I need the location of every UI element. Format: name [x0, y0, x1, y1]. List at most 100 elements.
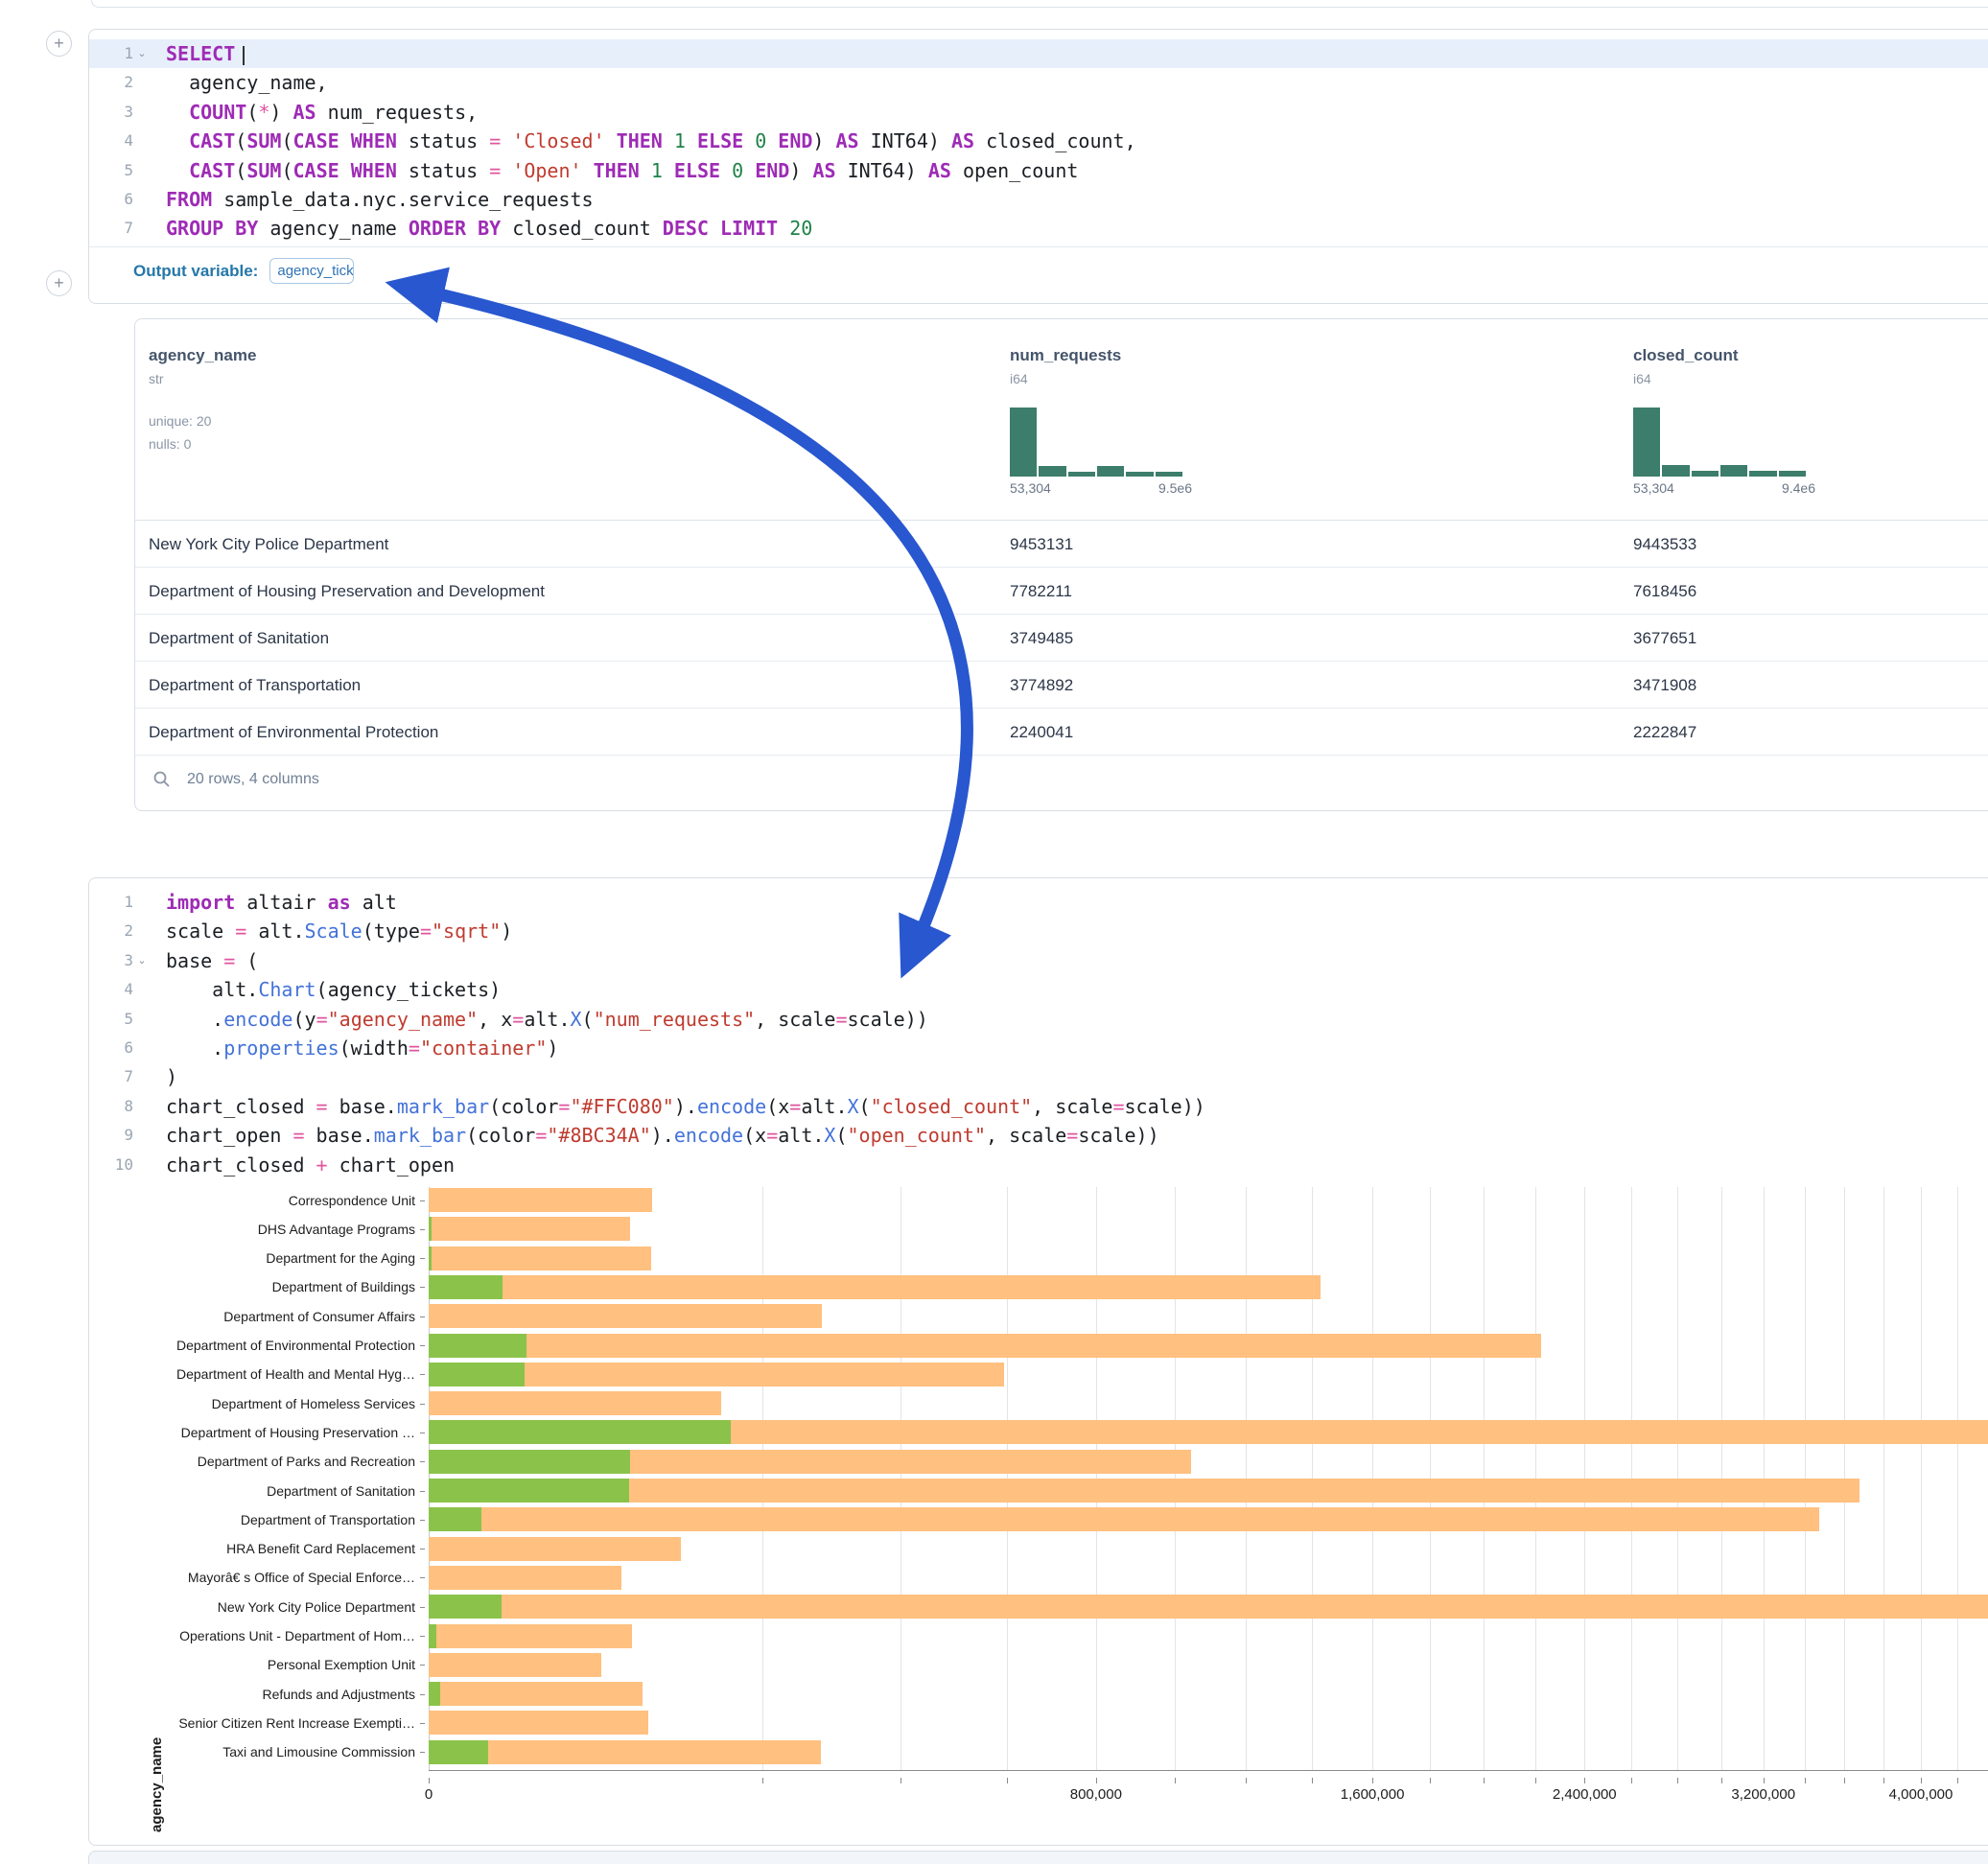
column-header[interactable]: agency_namestrunique: 20nulls: 0 [149, 346, 256, 455]
code-token: chart_closed [166, 1095, 316, 1118]
code-token [166, 101, 189, 124]
output-variable-label: Output variable: [133, 262, 258, 281]
add-cell-button[interactable]: + [46, 31, 72, 57]
x-axis-tick [1430, 1778, 1431, 1783]
table-row-count: 20 rows, 4 columns [187, 771, 319, 788]
code-token: = [789, 1095, 801, 1118]
next-cell-edge [88, 1851, 1988, 1864]
bar-open-count [429, 1450, 630, 1474]
divider [89, 246, 1988, 247]
bar-closed-count [429, 1334, 1541, 1358]
x-axis-tick [762, 1778, 763, 1783]
code-token: (width [339, 1037, 409, 1060]
fold-chevron-icon[interactable]: ⌄ [133, 946, 151, 975]
line-gutter: 6 [89, 1034, 151, 1062]
fold-chevron-icon[interactable]: ⌄ [133, 39, 151, 68]
column-header[interactable]: closed_counti6453,3049.4e6 [1633, 346, 1815, 496]
bar-closed-count [429, 1653, 601, 1677]
column-header[interactable]: num_requestsi6453,3049.5e6 [1010, 346, 1192, 496]
code-token [743, 159, 755, 182]
line-number: 4 [101, 975, 133, 1004]
line-gutter: 4 [89, 127, 151, 155]
y-axis-tick [420, 1723, 425, 1724]
code-token: . [166, 1008, 223, 1031]
bar-open-count [429, 1682, 440, 1706]
sql-code-editor[interactable]: 1⌄SELECT2 agency_name,3 COUNT(*) AS num_… [89, 39, 1988, 244]
code-token: AS [928, 159, 951, 182]
y-axis-label: Department of Parks and Recreation [99, 1453, 415, 1470]
line-gutter: 4 [89, 975, 151, 1004]
bar-closed-count [429, 1479, 1859, 1503]
code-token [582, 159, 594, 182]
column-type: i64 [1010, 371, 1192, 386]
code-token: INT64) [836, 159, 928, 182]
y-axis-label: Personal Exemption Unit [99, 1656, 415, 1673]
histogram-bar [1749, 471, 1776, 477]
y-axis-tick [420, 1636, 425, 1637]
code-token: base [166, 949, 223, 972]
bar-closed-count [429, 1391, 721, 1415]
table-cell: 3677651 [1633, 615, 1696, 662]
code-token: = [558, 1095, 570, 1118]
code-token: alt. [801, 1095, 847, 1118]
search-icon[interactable] [152, 770, 172, 789]
bar-closed-count [429, 1188, 652, 1212]
x-axis-tick [1484, 1778, 1485, 1783]
histogram-bar [1039, 466, 1065, 477]
histogram-bar [1010, 408, 1037, 477]
code-token: alt [351, 891, 397, 914]
code-token: "#8BC34A" [547, 1124, 650, 1147]
text-caret [243, 46, 245, 65]
code-token: Chart [258, 978, 316, 1001]
code-line: 3⌄base = ( [89, 946, 1988, 975]
code-token: = [223, 949, 235, 972]
python-code-editor[interactable]: 1import altair as alt2scale = alt.Scale(… [89, 888, 1988, 1179]
code-token [339, 129, 351, 152]
table-row: New York City Police Department945313194… [135, 521, 1988, 568]
column-histogram [1010, 408, 1182, 477]
y-axis-label: Department of Housing Preservation … [99, 1424, 415, 1441]
bar-closed-count [429, 1217, 630, 1241]
code-token: = [292, 1124, 304, 1147]
y-axis-tick [420, 1229, 425, 1230]
code-token: base. [328, 1095, 397, 1118]
y-axis-tick [420, 1520, 425, 1521]
table-cell: Department of Environmental Protection [149, 709, 438, 756]
code-token [778, 217, 789, 240]
code-token: 1 [674, 129, 686, 152]
code-token: X [571, 1008, 582, 1031]
code-token: CASE [292, 159, 339, 182]
bar-closed-count [429, 1711, 648, 1735]
code-token: END [778, 129, 812, 152]
previous-cell-edge [91, 0, 1988, 8]
code-token: = [766, 1124, 778, 1147]
python-cell: 1import altair as alt2scale = alt.Scale(… [88, 877, 1988, 1846]
output-variable-pill[interactable]: agency_tickets [269, 258, 354, 284]
histogram-max: 9.5e6 [1158, 480, 1192, 496]
add-cell-button[interactable]: + [46, 270, 72, 296]
code-text: ) [151, 1062, 177, 1091]
code-token: = [489, 159, 501, 182]
line-gutter: 1⌄ [89, 39, 151, 68]
code-token: agency_name [258, 217, 409, 240]
x-axis-tick [1957, 1778, 1958, 1783]
code-text: chart_closed = base.mark_bar(color="#FFC… [151, 1092, 1205, 1121]
code-token: ( [235, 159, 246, 182]
code-token: ( [835, 1124, 847, 1147]
code-token: Scale [305, 920, 363, 943]
code-text: chart_open = base.mark_bar(color="#8BC34… [151, 1121, 1159, 1150]
code-token: LIMIT [720, 217, 778, 240]
histogram-bar [1097, 466, 1124, 477]
code-token: "container" [420, 1037, 547, 1060]
y-axis-tick [420, 1345, 425, 1346]
y-axis-label: Department for the Aging [99, 1249, 415, 1267]
histogram-max: 9.4e6 [1782, 480, 1815, 496]
code-token: import [166, 891, 235, 914]
code-token: agency_name, [166, 71, 328, 94]
line-gutter: 2 [89, 68, 151, 97]
x-axis-tick [1096, 1778, 1097, 1783]
column-stat: unique: 20 [149, 409, 256, 432]
sql-cell: 1⌄SELECT2 agency_name,3 COUNT(*) AS num_… [88, 29, 1988, 304]
y-axis-tick [420, 1665, 425, 1666]
code-token: chart_open [166, 1124, 292, 1147]
